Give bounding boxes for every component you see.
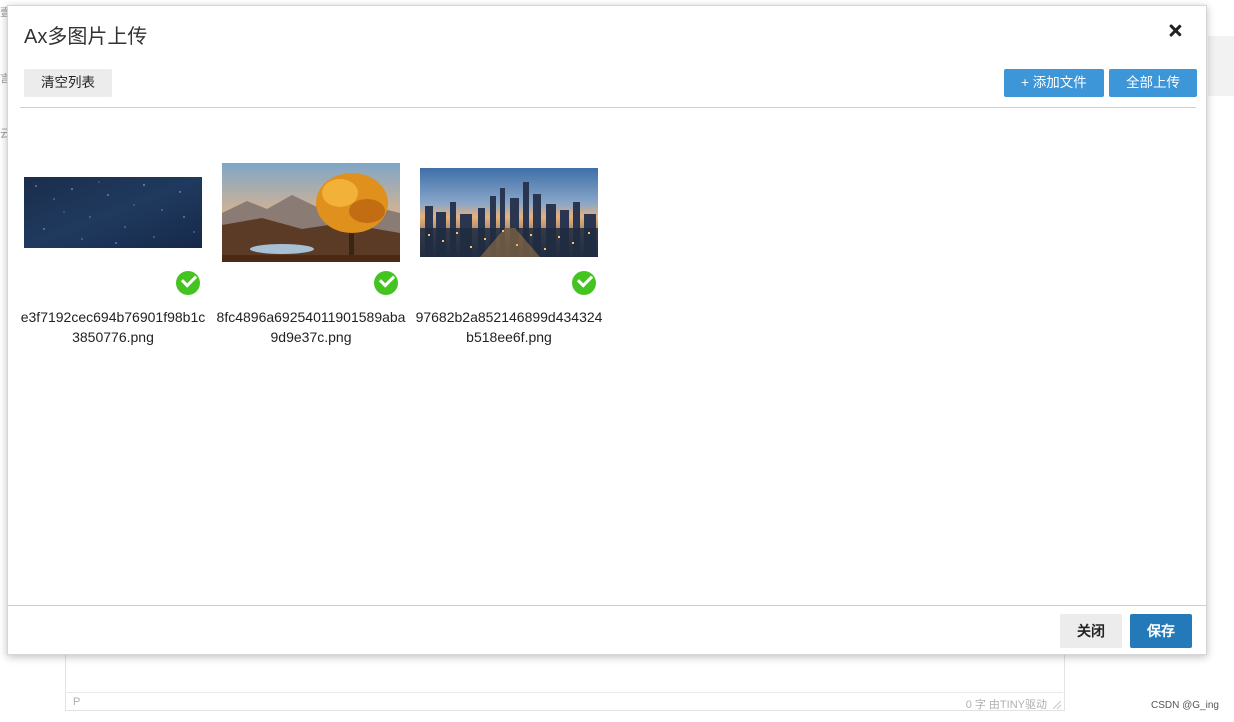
editor-path: P xyxy=(73,696,81,708)
background-panel-edge xyxy=(1208,36,1234,96)
close-button[interactable]: 关闭 xyxy=(1060,614,1122,648)
file-name: 8fc4896a69254011901589aba9d9e37c.png xyxy=(216,309,406,345)
upload-success-icon xyxy=(572,271,596,295)
toolbar-divider xyxy=(20,107,1196,108)
upload-dialog: Ax多图片上传 清空列表 + 添加文件 全部上传 e3f7192cec694b7… xyxy=(7,5,1207,655)
upload-success-icon xyxy=(374,271,398,295)
dialog-title: Ax多图片上传 xyxy=(24,26,148,48)
image-thumbnail xyxy=(24,177,202,248)
resize-grip-icon[interactable] xyxy=(1053,701,1061,709)
add-file-button[interactable]: + 添加文件 xyxy=(1004,69,1104,97)
editor-statusbar: P 0 字 由TINY驱动 xyxy=(65,692,1063,711)
file-card[interactable]: e3f7192cec694b76901f98b1c3850776.png xyxy=(21,146,205,366)
upload-all-button[interactable]: 全部上传 xyxy=(1109,69,1197,97)
file-card[interactable]: 97682b2a852146899d434324b518ee6f.png xyxy=(416,146,602,366)
image-thumbnail xyxy=(222,163,400,262)
close-icon[interactable] xyxy=(1164,20,1186,42)
watermark: CSDN @G_ing xyxy=(1151,700,1219,711)
file-name: e3f7192cec694b76901f98b1c3850776.png xyxy=(20,309,206,345)
save-button[interactable]: 保存 xyxy=(1130,614,1192,648)
file-card[interactable]: 8fc4896a69254011901589aba9d9e37c.png xyxy=(217,146,405,366)
file-name: 97682b2a852146899d434324b518ee6f.png xyxy=(415,309,603,345)
image-thumbnail xyxy=(420,168,598,257)
footer-divider xyxy=(8,605,1206,606)
upload-success-icon xyxy=(176,271,200,295)
editor-word-count: 0 字 由TINY驱动 xyxy=(965,699,1047,711)
clear-list-button[interactable]: 清空列表 xyxy=(24,69,112,97)
